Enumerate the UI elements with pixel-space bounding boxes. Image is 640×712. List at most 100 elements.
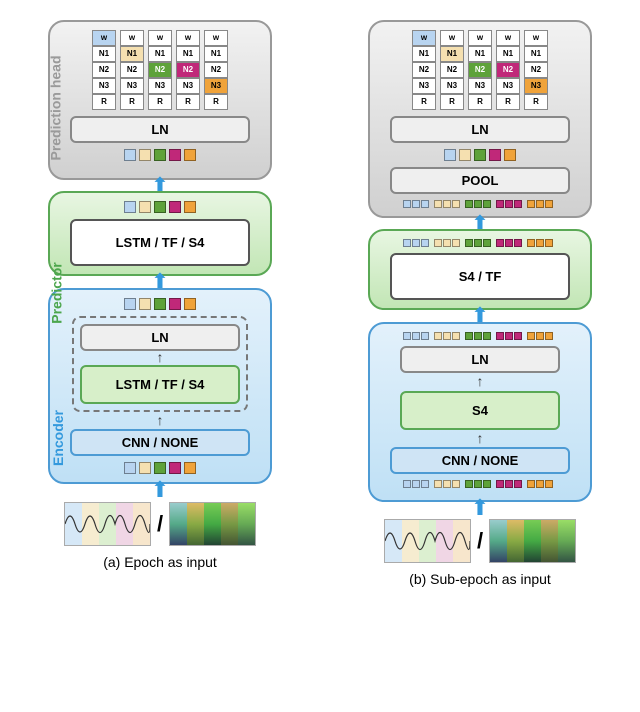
token bbox=[169, 462, 181, 474]
token bbox=[169, 149, 181, 161]
subtoken-row bbox=[403, 200, 557, 208]
stage-cell: w bbox=[468, 30, 492, 46]
up-arrow-icon: ↑ bbox=[157, 416, 164, 426]
stage-cell: N3 bbox=[440, 78, 464, 94]
stage-cell: N1 bbox=[176, 46, 200, 62]
stage-columns: wN1N2N3RwN1N2N3RwN1N2N3RwN1N2N3RwN1N2N3R bbox=[92, 30, 228, 110]
stage-cell: N2 bbox=[524, 62, 548, 78]
token bbox=[434, 332, 442, 340]
stage-column: wN1N2N3R bbox=[120, 30, 144, 110]
token bbox=[154, 298, 166, 310]
token bbox=[421, 239, 429, 247]
spectrogram-icon bbox=[489, 519, 576, 563]
token bbox=[465, 200, 473, 208]
token bbox=[154, 462, 166, 474]
up-arrow-icon: ⬆ bbox=[151, 482, 169, 497]
token bbox=[483, 200, 491, 208]
stage-column: wN1N2N3R bbox=[204, 30, 228, 110]
token-row bbox=[124, 462, 196, 474]
stage-column: wN1N2N3R bbox=[440, 30, 464, 110]
stage-cell: N3 bbox=[412, 78, 436, 94]
up-arrow-icon: ↑ bbox=[477, 377, 484, 387]
stage-cell: w bbox=[496, 30, 520, 46]
token bbox=[465, 239, 473, 247]
predictor-box: S4 / TF bbox=[368, 229, 592, 310]
stage-cell: N2 bbox=[440, 62, 464, 78]
token bbox=[527, 480, 535, 488]
predictor-algo: S4 / TF bbox=[390, 253, 570, 300]
token bbox=[169, 201, 181, 213]
token bbox=[474, 239, 482, 247]
token bbox=[184, 298, 196, 310]
side-label-encoder: Encoder bbox=[50, 410, 66, 466]
stage-cell: N1 bbox=[92, 46, 116, 62]
stage-cell: N1 bbox=[120, 46, 144, 62]
token bbox=[489, 149, 501, 161]
token bbox=[465, 480, 473, 488]
spectrogram-icon bbox=[169, 502, 256, 546]
token bbox=[403, 480, 411, 488]
stage-column: wN1N2N3R bbox=[412, 30, 436, 110]
stage-cell: N2 bbox=[120, 62, 144, 78]
token bbox=[465, 332, 473, 340]
right-column: wN1N2N3RwN1N2N3RwN1N2N3RwN1N2N3RwN1N2N3R… bbox=[368, 20, 592, 587]
stage-columns: wN1N2N3RwN1N2N3RwN1N2N3RwN1N2N3RwN1N2N3R bbox=[412, 30, 548, 110]
token bbox=[545, 332, 553, 340]
token-row bbox=[124, 298, 196, 310]
stage-cell: R bbox=[176, 94, 200, 110]
stage-cell: N3 bbox=[496, 78, 520, 94]
token bbox=[421, 200, 429, 208]
raw-signal-icon bbox=[64, 502, 151, 546]
up-arrow-icon: ↑ bbox=[157, 353, 164, 363]
stage-cell: w bbox=[120, 30, 144, 46]
encoder-front: CNN / NONE bbox=[70, 429, 250, 456]
token-row bbox=[124, 201, 196, 213]
token bbox=[184, 201, 196, 213]
predictor-box: LSTM / TF / S4 bbox=[48, 191, 272, 276]
token bbox=[443, 239, 451, 247]
stage-cell: N1 bbox=[468, 46, 492, 62]
stage-column: wN1N2N3R bbox=[148, 30, 172, 110]
token bbox=[452, 239, 460, 247]
token bbox=[536, 480, 544, 488]
token bbox=[496, 239, 504, 247]
stage-cell: R bbox=[468, 94, 492, 110]
token bbox=[545, 480, 553, 488]
stage-cell: N2 bbox=[496, 62, 520, 78]
token bbox=[496, 200, 504, 208]
token bbox=[483, 332, 491, 340]
stage-cell: w bbox=[440, 30, 464, 46]
token bbox=[505, 332, 513, 340]
token bbox=[154, 201, 166, 213]
stage-cell: N3 bbox=[468, 78, 492, 94]
token bbox=[169, 298, 181, 310]
token bbox=[403, 200, 411, 208]
stage-cell: N3 bbox=[92, 78, 116, 94]
slash: / bbox=[155, 511, 165, 537]
caption: (b) Sub-epoch as input bbox=[409, 571, 551, 587]
ln-box: LN bbox=[80, 324, 240, 351]
input-row: / bbox=[384, 519, 576, 563]
token bbox=[434, 200, 442, 208]
stage-cell: w bbox=[204, 30, 228, 46]
stage-cell: N2 bbox=[468, 62, 492, 78]
token bbox=[443, 200, 451, 208]
token bbox=[496, 332, 504, 340]
token bbox=[545, 200, 553, 208]
pool-box: POOL bbox=[390, 167, 570, 194]
stage-column: wN1N2N3R bbox=[468, 30, 492, 110]
token bbox=[496, 480, 504, 488]
token bbox=[504, 149, 516, 161]
token bbox=[474, 480, 482, 488]
token bbox=[403, 332, 411, 340]
token-row bbox=[124, 149, 196, 161]
token bbox=[527, 332, 535, 340]
stage-cell: N1 bbox=[496, 46, 520, 62]
token bbox=[124, 149, 136, 161]
stage-column: wN1N2N3R bbox=[176, 30, 200, 110]
token bbox=[124, 298, 136, 310]
token bbox=[474, 332, 482, 340]
token bbox=[434, 239, 442, 247]
input-row: / bbox=[64, 502, 256, 546]
token bbox=[412, 200, 420, 208]
